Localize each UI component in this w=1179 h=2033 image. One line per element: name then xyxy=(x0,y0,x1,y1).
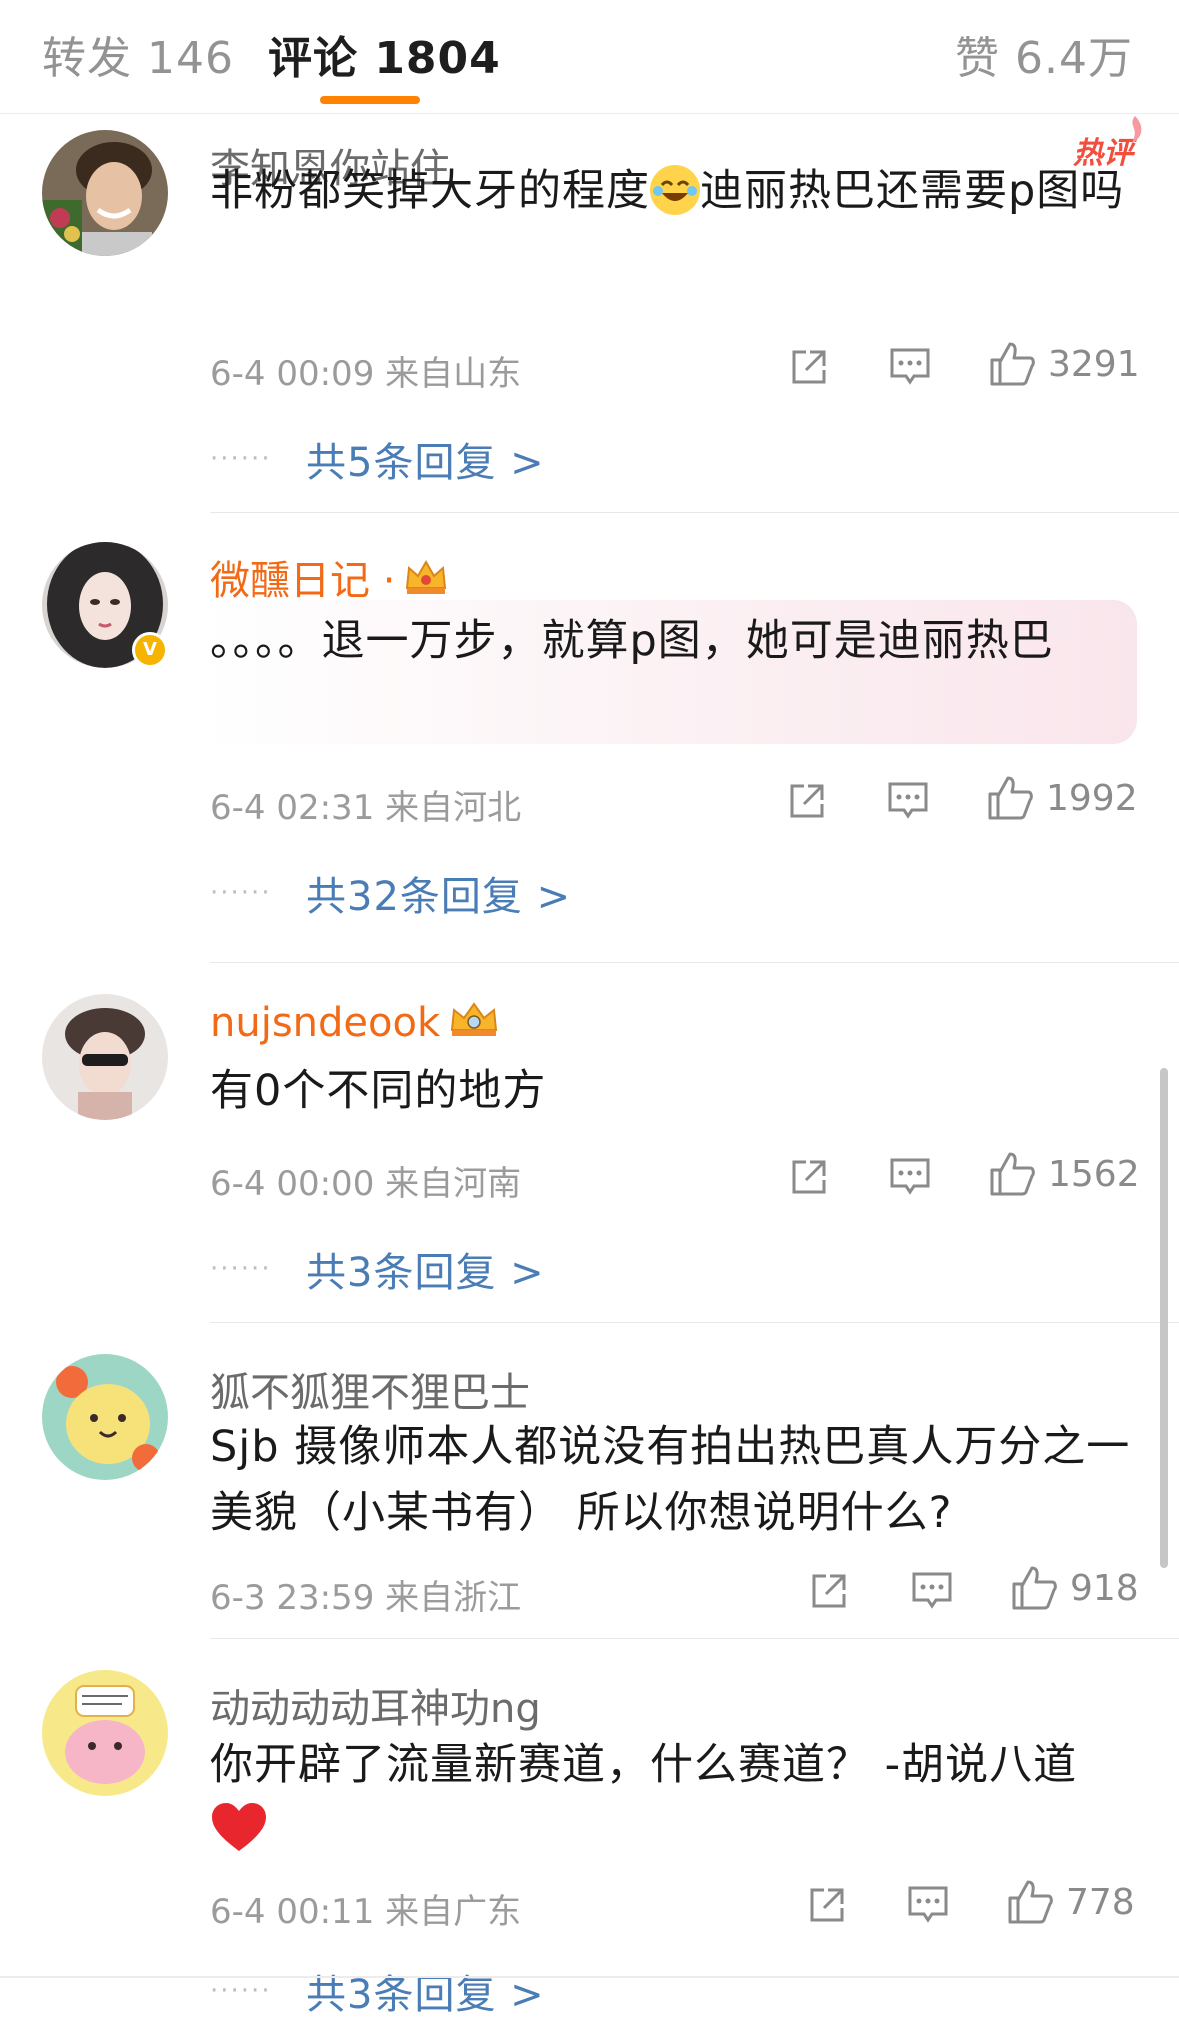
comment-meta: 6-4 02:31 来自河北 xyxy=(210,788,522,828)
reply-dots: ······ xyxy=(210,1976,272,2006)
reply-count-link[interactable]: 共32条回复 > xyxy=(306,864,571,922)
username[interactable]: 微醺日记 · xyxy=(210,548,449,608)
scrollbar[interactable] xyxy=(1160,1068,1168,1568)
verified-icon: V xyxy=(132,632,168,668)
comment-meta: 6-4 00:09 来自山东 xyxy=(210,354,522,394)
reply-dots: ······ xyxy=(210,878,272,908)
reply-icon xyxy=(890,1158,930,1195)
bottom-bar-divider xyxy=(0,1976,1179,1978)
share-icon xyxy=(792,350,826,384)
tab-bar: 转发 146 评论 1804 赞 6.4万 xyxy=(0,0,1179,114)
like-count: 1562 xyxy=(1048,1153,1140,1195)
comment-text: 非粉都笑掉大牙的程度 迪丽热巴还需要p图吗 xyxy=(210,165,1125,216)
username[interactable]: 狐不狐狸不狸巴士 xyxy=(210,1360,530,1418)
username[interactable]: nujsndeook xyxy=(210,1000,500,1050)
share-button[interactable] xyxy=(808,1570,850,1612)
like-count: 778 xyxy=(1066,1881,1135,1923)
like-button[interactable]: 3291 xyxy=(988,340,1140,388)
comment-item: V 微醺日记 · 。。。。退一万步，就算p图，她可是迪丽热巴 6-4 02:31… xyxy=(0,514,1179,964)
divider xyxy=(210,1322,1179,1323)
like-icon xyxy=(1008,1880,1053,1924)
share-button[interactable] xyxy=(788,1156,830,1198)
like-count: 918 xyxy=(1070,1567,1139,1609)
active-tab-indicator xyxy=(320,96,420,104)
share-button[interactable] xyxy=(806,1884,848,1926)
flame-icon xyxy=(1131,116,1142,144)
share-icon xyxy=(812,1574,846,1608)
view-replies[interactable]: ······ 共3条回复 > xyxy=(210,1962,545,2020)
comment-item: 狐不狐狸不狸巴士 Sjb 摄像师本人都说没有拍出热巴真人万分之一美貌（小某书有）… xyxy=(0,1324,1179,1640)
reply-button[interactable] xyxy=(910,1570,954,1612)
comment-item: nujsndeook 有0个不同的地方 6-4 00:00 来自河南 1562 … xyxy=(0,964,1179,1324)
reply-icon xyxy=(888,782,928,819)
reply-count-link[interactable]: 共5条回复 > xyxy=(306,430,545,488)
like-icon xyxy=(990,1152,1035,1196)
like-count: 3291 xyxy=(1048,343,1140,385)
username[interactable]: 动动动动耳神功ng xyxy=(210,1676,541,1734)
laugh-emoji xyxy=(650,165,700,215)
share-button[interactable] xyxy=(786,780,828,822)
like-button[interactable]: 778 xyxy=(1006,1878,1135,1926)
reply-button[interactable] xyxy=(886,780,930,822)
reply-icon xyxy=(908,1886,948,1923)
comment-meta: 6-4 00:11 来自广东 xyxy=(210,1892,522,1932)
comment-meta: 6-3 23:59 来自浙江 xyxy=(210,1578,522,1618)
like-icon xyxy=(988,776,1033,820)
comment-meta: 6-4 00:00 来自河南 xyxy=(210,1164,522,1204)
tab-comments[interactable]: 评论 1804 xyxy=(268,22,501,86)
like-icon xyxy=(990,342,1035,386)
comment-item: 李知恩你站住 热评 非粉都笑掉大牙的程度 迪丽热巴还需要p图吗 6-4 00:0… xyxy=(0,114,1179,514)
share-button[interactable] xyxy=(788,346,830,388)
avatar[interactable] xyxy=(42,994,168,1120)
view-replies[interactable]: ······ 共5条回复 > xyxy=(210,430,545,488)
view-replies[interactable]: ······ 共32条回复 > xyxy=(210,864,571,922)
reply-icon xyxy=(912,1572,952,1609)
like-button[interactable]: 1992 xyxy=(986,774,1138,822)
divider xyxy=(210,962,1179,963)
share-icon xyxy=(810,1888,844,1922)
reply-button[interactable] xyxy=(888,1156,932,1198)
avatar[interactable] xyxy=(42,1354,168,1480)
like-icon xyxy=(1012,1566,1057,1610)
like-count: 1992 xyxy=(1046,777,1138,819)
comment-text: Sjb 摄像师本人都说没有拍出热巴真人万分之一美貌（小某书有） 所以你想说明什么… xyxy=(210,1422,1131,1538)
heart-emoji xyxy=(210,1803,268,1856)
tab-likes[interactable]: 赞 6.4万 xyxy=(955,22,1133,86)
tab-repost[interactable]: 转发 146 xyxy=(42,22,234,86)
comment-text: 。。。。退一万步，就算p图，她可是迪丽热巴 xyxy=(210,616,1054,666)
view-replies[interactable]: ······ 共3条回复 > xyxy=(210,1240,545,1298)
comment-text: 你开辟了流量新赛道，什么赛道？ -胡说八道 xyxy=(210,1732,1139,1864)
reply-button[interactable] xyxy=(906,1884,950,1926)
reply-dots: ······ xyxy=(210,1254,272,1284)
share-icon xyxy=(790,784,824,818)
comment-text: 有0个不同的地方 xyxy=(210,1066,547,1116)
reply-button[interactable] xyxy=(888,346,932,388)
comment-item: 动动动动耳神功ng 你开辟了流量新赛道，什么赛道？ -胡说八道 6-4 00:1… xyxy=(0,1640,1179,2033)
avatar[interactable] xyxy=(42,130,168,256)
like-button[interactable]: 918 xyxy=(1010,1564,1139,1612)
reply-count-link[interactable]: 共3条回复 > xyxy=(306,1240,545,1298)
divider xyxy=(210,1638,1179,1639)
reply-icon xyxy=(890,348,930,385)
like-button[interactable]: 1562 xyxy=(988,1150,1140,1198)
comments-screen: 转发 146 评论 1804 赞 6.4万 李知恩你站住 热评 非粉都笑掉大牙的… xyxy=(0,0,1179,2033)
crown-icon xyxy=(448,1000,500,1050)
avatar[interactable] xyxy=(42,1670,168,1796)
divider xyxy=(210,512,1179,513)
reply-dots: ······ xyxy=(210,444,272,474)
share-icon xyxy=(792,1160,826,1194)
reply-count-link[interactable]: 共3条回复 > xyxy=(306,1962,545,2020)
